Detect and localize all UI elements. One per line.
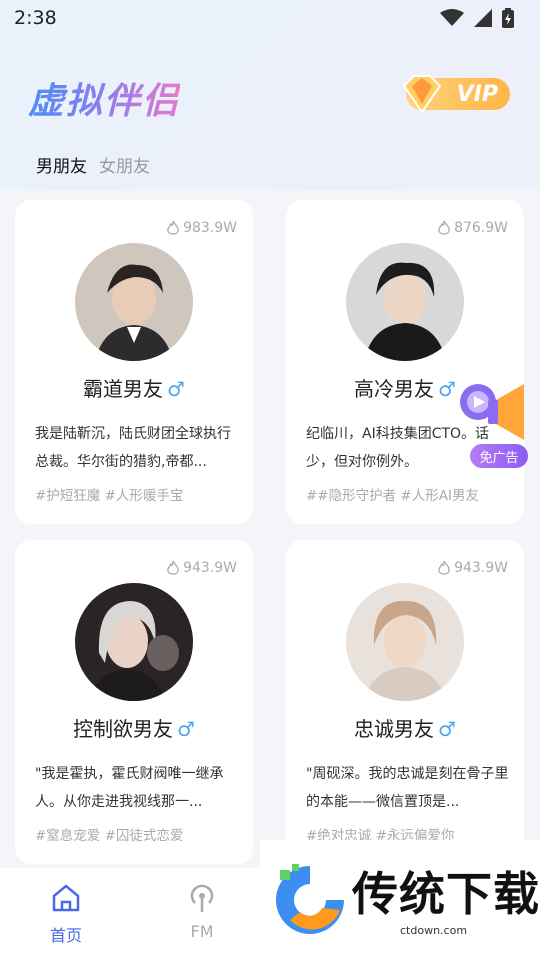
male-icon: ♂ (438, 717, 456, 741)
character-card[interactable]: 943.9W 控制欲男友 ♂ "我是霍执，霍氏财阀唯一继承人。从你走进我视线那一.… (15, 540, 253, 864)
avatar (346, 583, 464, 701)
megaphone-icon (460, 384, 524, 440)
fire-icon (438, 560, 450, 575)
character-card[interactable]: 983.9W 霸道男友 ♂ 我是陆靳沉，陆氏财团全球执行总裁。华尔街的猎豹,帝都.… (15, 200, 253, 524)
male-icon: ♂ (438, 377, 456, 401)
vip-button[interactable]: VIP (402, 75, 510, 114)
signal-icon (474, 9, 492, 27)
character-tags: #窒息宠爱 #囚徒式恋爱 (35, 828, 184, 844)
home-icon (52, 884, 80, 912)
male-icon: ♂ (177, 717, 195, 741)
diamond-icon (402, 75, 442, 114)
character-tags: ##隐形守护者 #人形AI男友 (306, 488, 479, 504)
radio-icon (190, 884, 214, 912)
fire-icon (438, 220, 450, 235)
nav-fm[interactable]: FM (162, 882, 242, 941)
character-card[interactable]: 943.9W 忠诚男友 ♂ "周砚深。我的忠诚是刻在骨子里的本能——微信置顶是..… (286, 540, 524, 864)
brand-logo (276, 864, 344, 934)
avatar (75, 243, 193, 361)
nav-home[interactable]: 首页 (26, 882, 106, 946)
views-count: 943.9W (437, 560, 508, 576)
remove-ads-button[interactable]: 免广告 (458, 380, 534, 470)
app-title: 虚拟伴侣 (28, 72, 180, 124)
character-tags: #护短狂魔 #人形暖手宝 (35, 488, 184, 504)
male-icon: ♂ (167, 377, 185, 401)
wifi-icon (440, 9, 464, 26)
tab-boyfriend[interactable]: 男朋友 (36, 152, 87, 177)
watermark: 传统下载 ctdown.com (260, 840, 540, 960)
character-name: 忠诚男友 ♂ (354, 717, 456, 741)
remove-ads-label: 免广告 (470, 444, 528, 468)
tab-girlfriend[interactable]: 女朋友 (99, 152, 150, 177)
vip-label: VIP (456, 81, 498, 107)
header: 虚拟伴侣 VIP (0, 70, 540, 122)
character-name: 霸道男友 ♂ (83, 377, 185, 401)
avatar (346, 243, 464, 361)
views-count: 943.9W (166, 560, 237, 576)
fire-icon (167, 220, 179, 235)
character-description: "我是霍执，霍氏财阀唯一继承人。从你走进我视线那一... (35, 766, 224, 810)
avatar (75, 583, 193, 701)
character-card[interactable]: 876.9W 高冷男友 ♂ 纪临川，AI科技集团CTO。话少，但对你例外。 ##隐… (286, 200, 524, 524)
gender-tabs: 男朋友 女朋友 (36, 152, 150, 177)
watermark-url: ctdown.com (400, 924, 468, 937)
character-name: 控制欲男友 ♂ (73, 717, 195, 741)
fire-icon (167, 560, 179, 575)
status-icons (440, 8, 514, 28)
status-bar: 2:38 (0, 0, 540, 36)
battery-icon (502, 8, 514, 28)
watermark-brand: 传统下载 (352, 867, 540, 921)
views-count: 876.9W (437, 220, 508, 236)
views-count: 983.9W (166, 220, 237, 236)
character-description: "周砚深。我的忠诚是刻在骨子里的本能——微信置顶是... (306, 766, 509, 810)
character-description: 我是陆靳沉，陆氏财团全球执行总裁。华尔街的猎豹,帝都... (35, 426, 231, 470)
status-time: 2:38 (14, 7, 57, 29)
